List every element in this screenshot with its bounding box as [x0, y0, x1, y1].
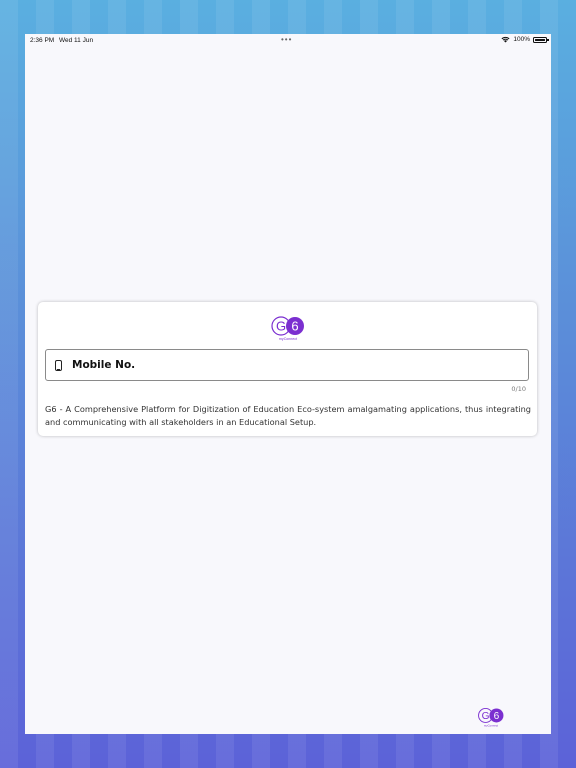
logo-digit: 6	[291, 319, 298, 334]
status-time: 2:36 PM	[30, 37, 55, 44]
mobile-number-input[interactable]: Mobile No.	[45, 349, 529, 381]
character-counter: 0/10	[511, 385, 526, 393]
logo-tagline: myConnect	[279, 337, 297, 341]
battery-percentage: 100%	[513, 36, 530, 43]
device-screen: 2:36 PM Wed 11 Jun ••• 100% G 6 myConnec…	[25, 34, 551, 734]
g6-logo: G 6 myConnect	[271, 316, 304, 341]
mobile-number-placeholder: Mobile No.	[72, 359, 136, 371]
login-card: G 6 myConnect Mobile No. 0/10 G6 - A Com…	[38, 302, 537, 436]
footer-logo-letter: G	[482, 711, 490, 722]
footer-g6-logo: G 6 myConnect	[478, 707, 504, 727]
wifi-icon	[501, 36, 510, 43]
footer-logo-tagline: myConnect	[484, 723, 498, 727]
status-date: Wed 11 Jun	[59, 37, 94, 44]
footer-logo-digit: 6	[494, 711, 500, 722]
app-description: G6 - A Comprehensive Platform for Digiti…	[45, 404, 531, 427]
status-bar: 2:36 PM Wed 11 Jun ••• 100%	[25, 34, 551, 48]
status-indicators: 100%	[501, 36, 549, 43]
phone-icon	[55, 360, 62, 371]
multitask-dots[interactable]: •••	[281, 35, 292, 44]
battery-icon	[533, 36, 549, 43]
logo-letter: G	[276, 319, 286, 334]
